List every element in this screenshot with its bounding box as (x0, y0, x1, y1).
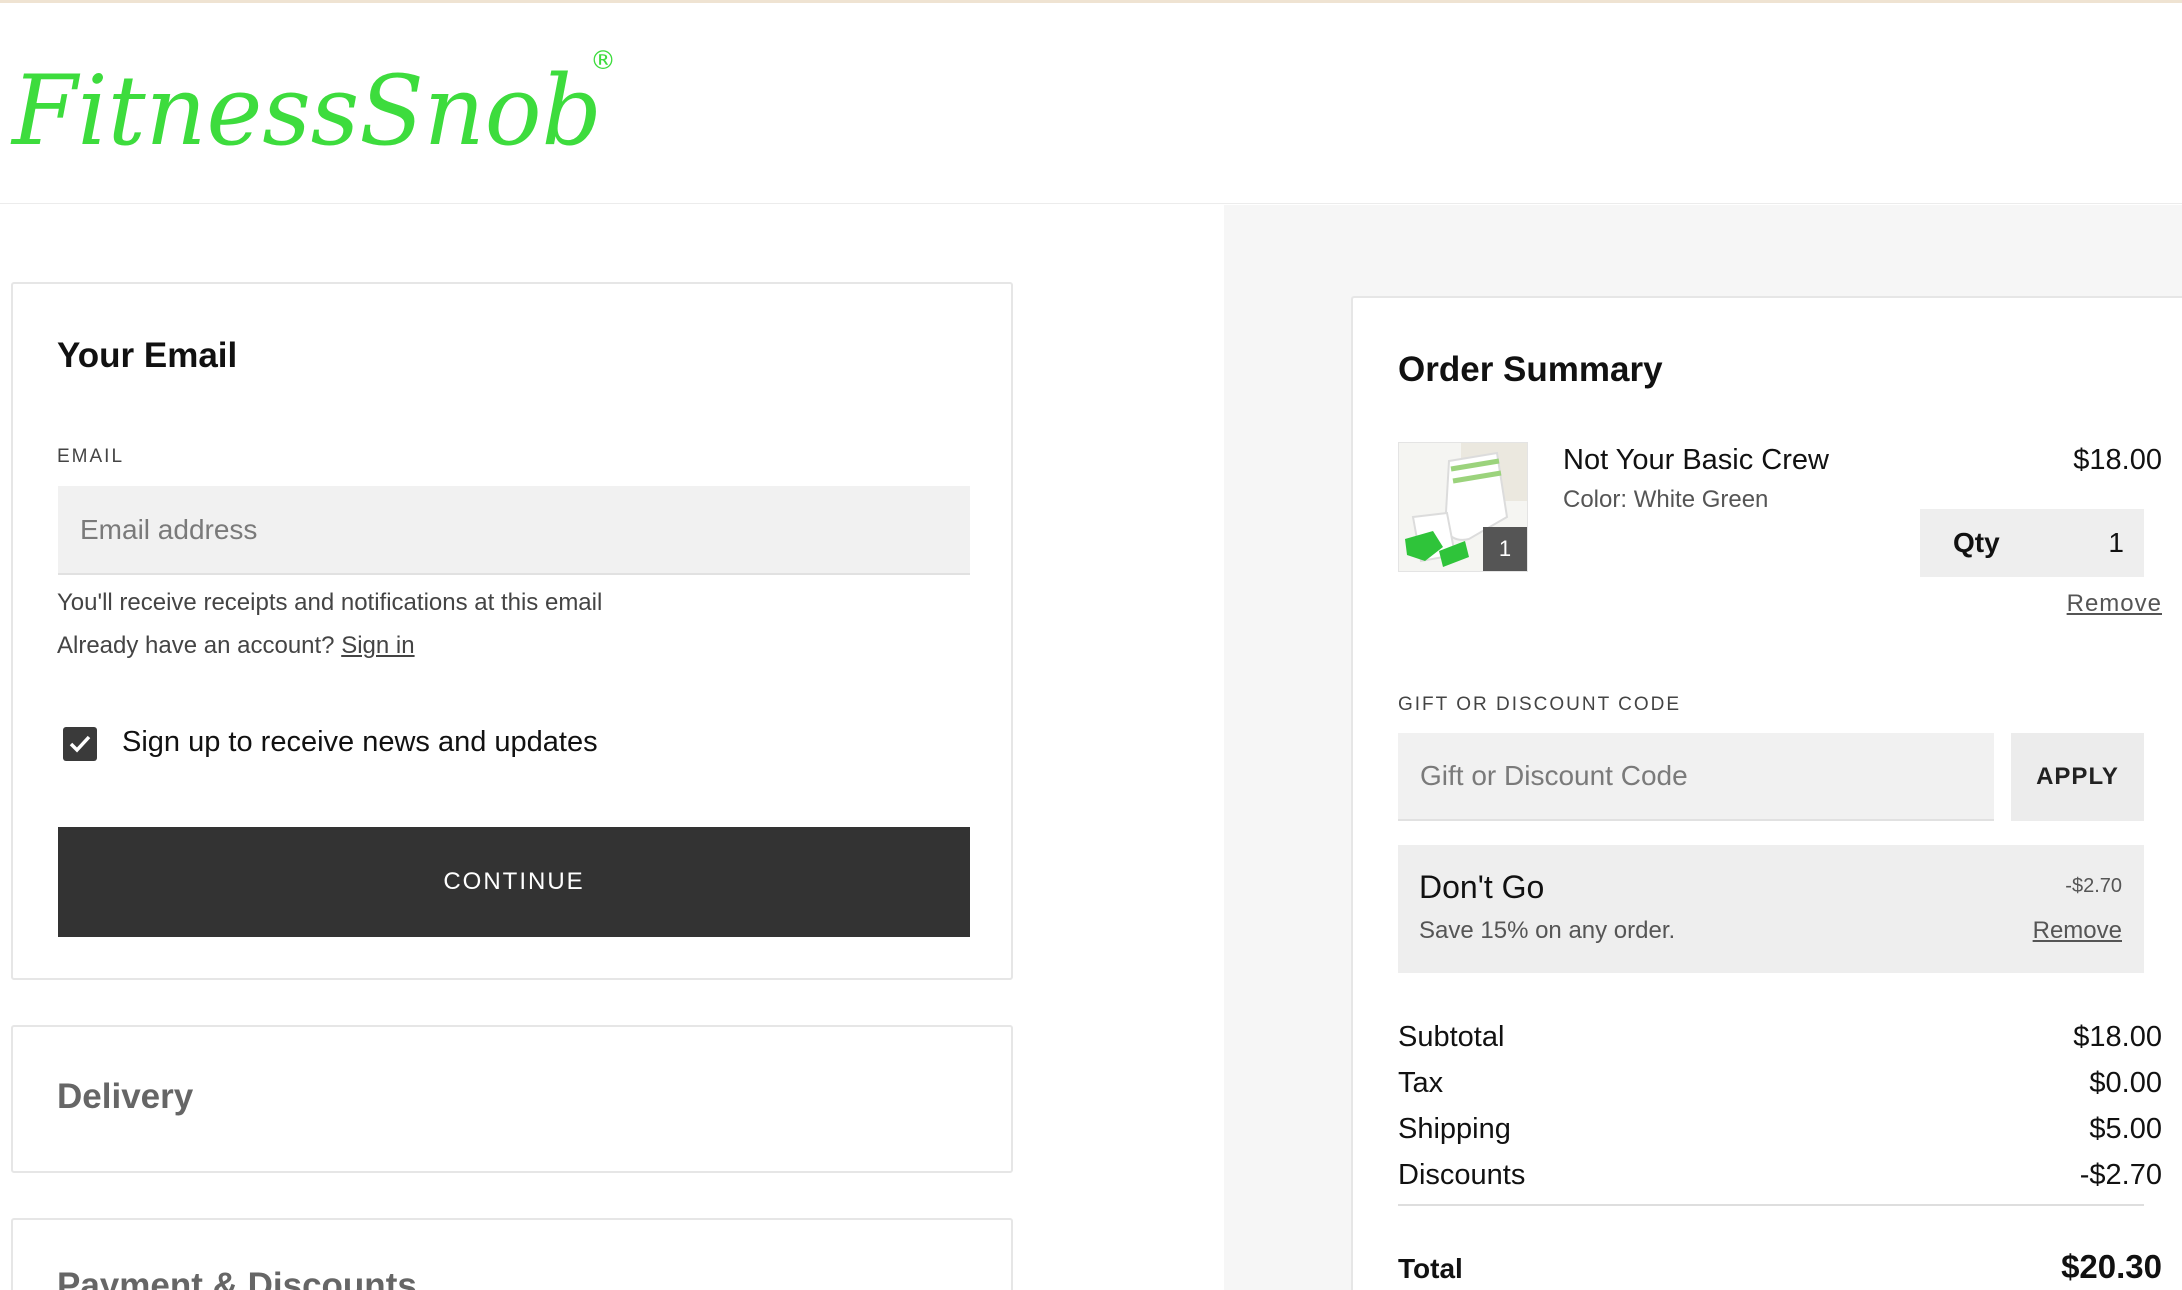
quantity-label: Qty (1953, 527, 2000, 558)
remove-item-link[interactable]: Remove (2067, 590, 2162, 618)
email-label: EMAIL (57, 446, 125, 467)
payment-section-title: Payment & Discounts (57, 1266, 417, 1290)
checkmark-icon (69, 735, 91, 753)
site-header: FitnessSnob ® (0, 3, 2182, 204)
email-input-placeholder: Email address (80, 513, 258, 545)
newsletter-label[interactable]: Sign up to receive news and updates (122, 726, 598, 759)
email-section-title: Your Email (57, 336, 238, 375)
newsletter-checkbox[interactable] (63, 727, 97, 761)
shipping-value: $5.00 (2089, 1113, 2162, 1145)
total-label: Total (1398, 1253, 1463, 1284)
fitness-snob-logo[interactable]: FitnessSnob ® (6, 39, 626, 169)
applied-discount-name: Don't Go (1419, 869, 1545, 905)
remove-discount-link[interactable]: Remove (2033, 917, 2122, 945)
account-prompt-text: Already have an account? (57, 632, 335, 659)
product-variant: Color: White Green (1563, 486, 1769, 513)
account-prompt: Already have an account? Sign in (57, 632, 415, 660)
quantity-value: 1 (2108, 527, 2124, 558)
receipt-note: You'll receive receipts and notification… (57, 589, 603, 616)
shipping-label: Shipping (1398, 1113, 1511, 1145)
product-thumbnail[interactable]: 1 (1398, 442, 1528, 572)
discount-code-input[interactable]: Gift or Discount Code (1398, 733, 1994, 821)
quantity-selector[interactable]: Qty 1 (1920, 509, 2144, 577)
applied-discount-amount: -$2.70 (2065, 875, 2122, 897)
tax-label: Tax (1398, 1067, 1444, 1099)
applied-discount-description: Save 15% on any order. (1419, 917, 1676, 944)
continue-button[interactable]: CONTINUE (58, 827, 970, 937)
applied-discount: Don't Go Save 15% on any order. -$2.70 R… (1398, 845, 2144, 973)
delivery-section[interactable]: Delivery (11, 1025, 1013, 1173)
item-quantity-badge: 1 (1483, 527, 1527, 571)
discount-code-label: GIFT OR DISCOUNT CODE (1398, 694, 1682, 715)
delivery-section-title: Delivery (57, 1077, 194, 1116)
payment-section[interactable]: Payment & Discounts (11, 1218, 1013, 1290)
apply-discount-button[interactable]: APPLY (2011, 733, 2144, 821)
order-summary-card: Order Summary 1 Not Your Basic Crew Colo… (1351, 296, 2182, 1290)
tax-value: $0.00 (2089, 1067, 2162, 1099)
logo-registered-mark: ® (590, 46, 616, 76)
sign-in-link[interactable]: Sign in (341, 632, 414, 659)
logo-wordmark: FitnessSnob (10, 55, 602, 167)
subtotal-label: Subtotal (1398, 1021, 1505, 1053)
discount-code-placeholder: Gift or Discount Code (1420, 760, 1688, 791)
subtotal-value: $18.00 (2073, 1021, 2162, 1053)
discounts-value: -$2.70 (2079, 1159, 2162, 1191)
email-section: Your Email EMAIL Email address You'll re… (11, 282, 1013, 980)
total-value: $20.30 (2061, 1248, 2162, 1285)
totals-divider (1398, 1204, 2144, 1206)
product-price: $18.00 (2073, 444, 2162, 476)
discounts-label: Discounts (1398, 1159, 1526, 1191)
order-summary-title: Order Summary (1398, 350, 1663, 389)
email-input[interactable]: Email address (58, 486, 970, 575)
product-name: Not Your Basic Crew (1563, 444, 1829, 476)
